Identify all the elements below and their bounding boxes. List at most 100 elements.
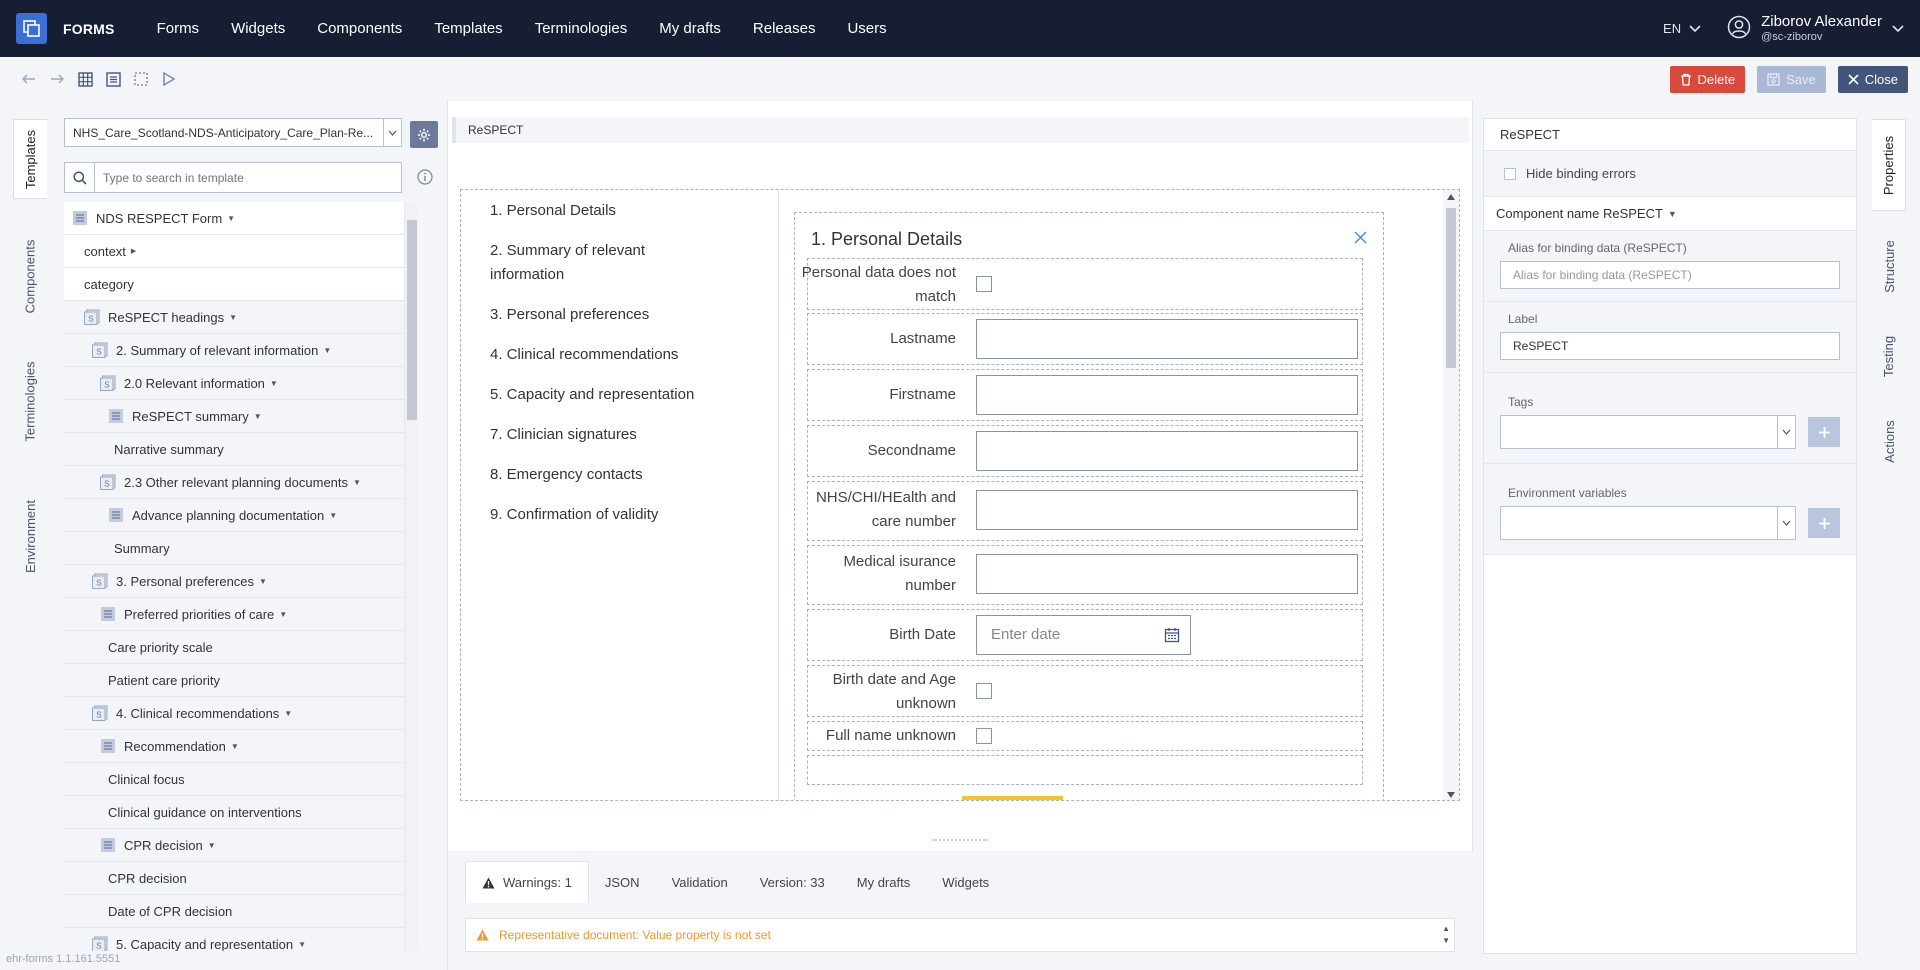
tree-item[interactable]: ReSPECT summary ▼ [64,400,418,433]
medical-insurance-input[interactable] [976,554,1358,594]
app-logo-icon[interactable] [16,13,47,44]
section-link[interactable]: 1. Personal Details [490,199,616,223]
tree-item[interactable]: S 5. Capacity and representation ▼ [64,928,418,951]
nav-forms[interactable]: Forms [157,20,200,37]
tree-item[interactable]: S 2. Summary of relevant information ▼ [64,334,418,367]
env-chevron-down-icon[interactable] [1777,507,1795,539]
caret-down-icon[interactable]: ▼ [279,610,287,619]
tree-scrollbar[interactable] [404,202,418,951]
component-name-dropdown[interactable]: Component name ReSPECT ▼ [1484,197,1856,231]
tree-item[interactable]: S 2.3 Other relevant planning documents ▼ [64,466,418,499]
undo-arrow-icon[interactable] [20,70,38,88]
info-icon[interactable] [417,169,433,188]
breadcrumb[interactable]: ReSPECT [452,117,1469,143]
caret-down-icon[interactable]: ▼ [254,412,262,421]
tree-item[interactable]: Clinical guidance on interventions [64,796,418,829]
caret-down-icon[interactable]: ▼ [284,709,292,718]
tree-item[interactable]: S 2.0 Relevant information ▼ [64,367,418,400]
scroll-up-arrow-icon[interactable] [1447,194,1455,200]
side-tab-terminologies[interactable]: Terminologies [13,341,47,461]
tab-json[interactable]: JSON [589,861,656,903]
caret-down-icon[interactable]: ▼ [227,214,235,223]
alias-input[interactable]: Alias for binding data (ReSPECT) [1500,261,1840,289]
remove-section-close-icon[interactable] [1354,231,1367,247]
add-tag-button[interactable] [1808,417,1840,447]
caret-down-icon[interactable]: ▼ [323,346,331,355]
scroll-down-arrow-icon[interactable] [1447,792,1455,798]
caret-right-icon[interactable]: ▶ [131,247,136,255]
caret-down-icon[interactable]: ▼ [259,577,267,586]
caret-down-icon[interactable]: ▼ [329,511,337,520]
delete-button[interactable]: Delete [1669,65,1746,93]
tree-item[interactable]: Advance planning documentation ▼ [64,499,418,532]
tree-item[interactable]: NDS RESPECT Form ▼ [64,202,418,235]
label-input[interactable]: ReSPECT [1500,332,1840,360]
field-row[interactable]: Lastname [807,313,1363,365]
language-chevron-down-icon[interactable] [1689,21,1701,36]
side-tab-actions[interactable]: Actions [1872,401,1906,481]
personal-data-mismatch-checkbox[interactable] [976,276,992,292]
highlighted-element[interactable] [962,796,1063,800]
lastname-input[interactable] [976,319,1358,359]
field-row[interactable]: Personal data does not match [802,258,1363,310]
nav-my-drafts[interactable]: My drafts [659,20,721,37]
tree-item[interactable]: S ReSPECT headings ▼ [64,301,418,334]
tree-item[interactable]: Patient care priority [64,664,418,697]
side-tab-structure[interactable]: Structure [1872,221,1906,311]
warning-scroll-arrows-icon[interactable]: ▲ ▼ [1442,923,1450,947]
section-link[interactable]: 7. Clinician signatures [490,423,637,447]
calendar-icon[interactable] [1164,627,1180,643]
section-link[interactable]: 4. Clinical recommendations [490,343,678,367]
tags-select[interactable] [1500,415,1797,449]
field-row[interactable]: Full name unknown [807,721,1363,751]
canvas-scrollbar-thumb[interactable] [1446,208,1456,368]
firstname-input[interactable] [976,375,1358,415]
tree-scrollbar-thumb[interactable] [407,220,417,420]
tab-version[interactable]: Version: 33 [744,861,841,903]
template-search[interactable] [64,162,402,193]
section-link[interactable]: 8. Emergency contacts [490,463,643,487]
section-link[interactable]: 3. Personal preferences [490,303,649,327]
tree-item[interactable]: CPR decision [64,862,418,895]
user-info[interactable]: Ziborov Alexander @sc-ziborov [1761,14,1882,43]
tab-my-drafts[interactable]: My drafts [841,861,926,903]
template-select[interactable]: NHS_Care_Scotland-NDS-Anticipatory_Care_… [64,118,402,147]
frame-select-icon[interactable] [132,70,150,88]
nav-templates[interactable]: Templates [434,20,502,37]
caret-down-icon[interactable]: ▼ [353,478,361,487]
template-select-chevron-down-icon[interactable] [383,119,401,146]
warning-message[interactable]: Representative document: Value property … [465,918,1455,952]
tree-item[interactable]: Date of CPR decision [64,895,418,928]
save-button[interactable]: Save [1757,65,1826,93]
caret-down-icon[interactable]: ▼ [229,313,237,322]
field-row[interactable]: NHS/CHI/HEalth and care number [807,481,1363,541]
personal-details-container[interactable]: 1. Personal Details Personal data does n… [794,212,1384,800]
user-menu-chevron-down-icon[interactable] [1892,21,1904,36]
tags-chevron-down-icon[interactable] [1777,416,1795,448]
field-row[interactable]: Medical isurance number [807,545,1363,605]
section-link[interactable]: 2. Summary of relevant information [490,239,700,287]
tree-item[interactable]: category [64,268,418,301]
birth-date-input[interactable]: Enter date [976,615,1191,655]
tab-validation[interactable]: Validation [656,861,744,903]
field-row[interactable]: Birth date and Age unknown [807,665,1363,717]
section-link[interactable]: 5. Capacity and representation [490,383,694,407]
secondname-input[interactable] [976,431,1358,471]
tab-warnings[interactable]: Warnings: 1 [465,861,589,903]
caret-down-icon[interactable]: ▼ [231,742,239,751]
list-view-icon[interactable] [104,70,122,88]
side-tab-components[interactable]: Components [13,221,47,331]
language-selector[interactable]: EN [1663,21,1681,36]
environment-variables-select[interactable] [1500,506,1797,540]
hide-binding-errors-checkbox[interactable] [1504,167,1516,180]
side-tab-templates[interactable]: Templates [13,119,47,199]
tree-item[interactable]: Care priority scale [64,631,418,664]
field-row[interactable]: Birth Date Enter date [807,609,1363,661]
add-environment-variable-button[interactable] [1808,508,1840,538]
side-tab-environment[interactable]: Environment [13,481,47,591]
redo-arrow-icon[interactable] [48,70,66,88]
tree-item[interactable]: context ▶ [64,235,418,268]
tree-item[interactable]: S 3. Personal preferences ▼ [64,565,418,598]
close-button[interactable]: Close [1837,65,1908,93]
nav-terminologies[interactable]: Terminologies [535,20,628,37]
